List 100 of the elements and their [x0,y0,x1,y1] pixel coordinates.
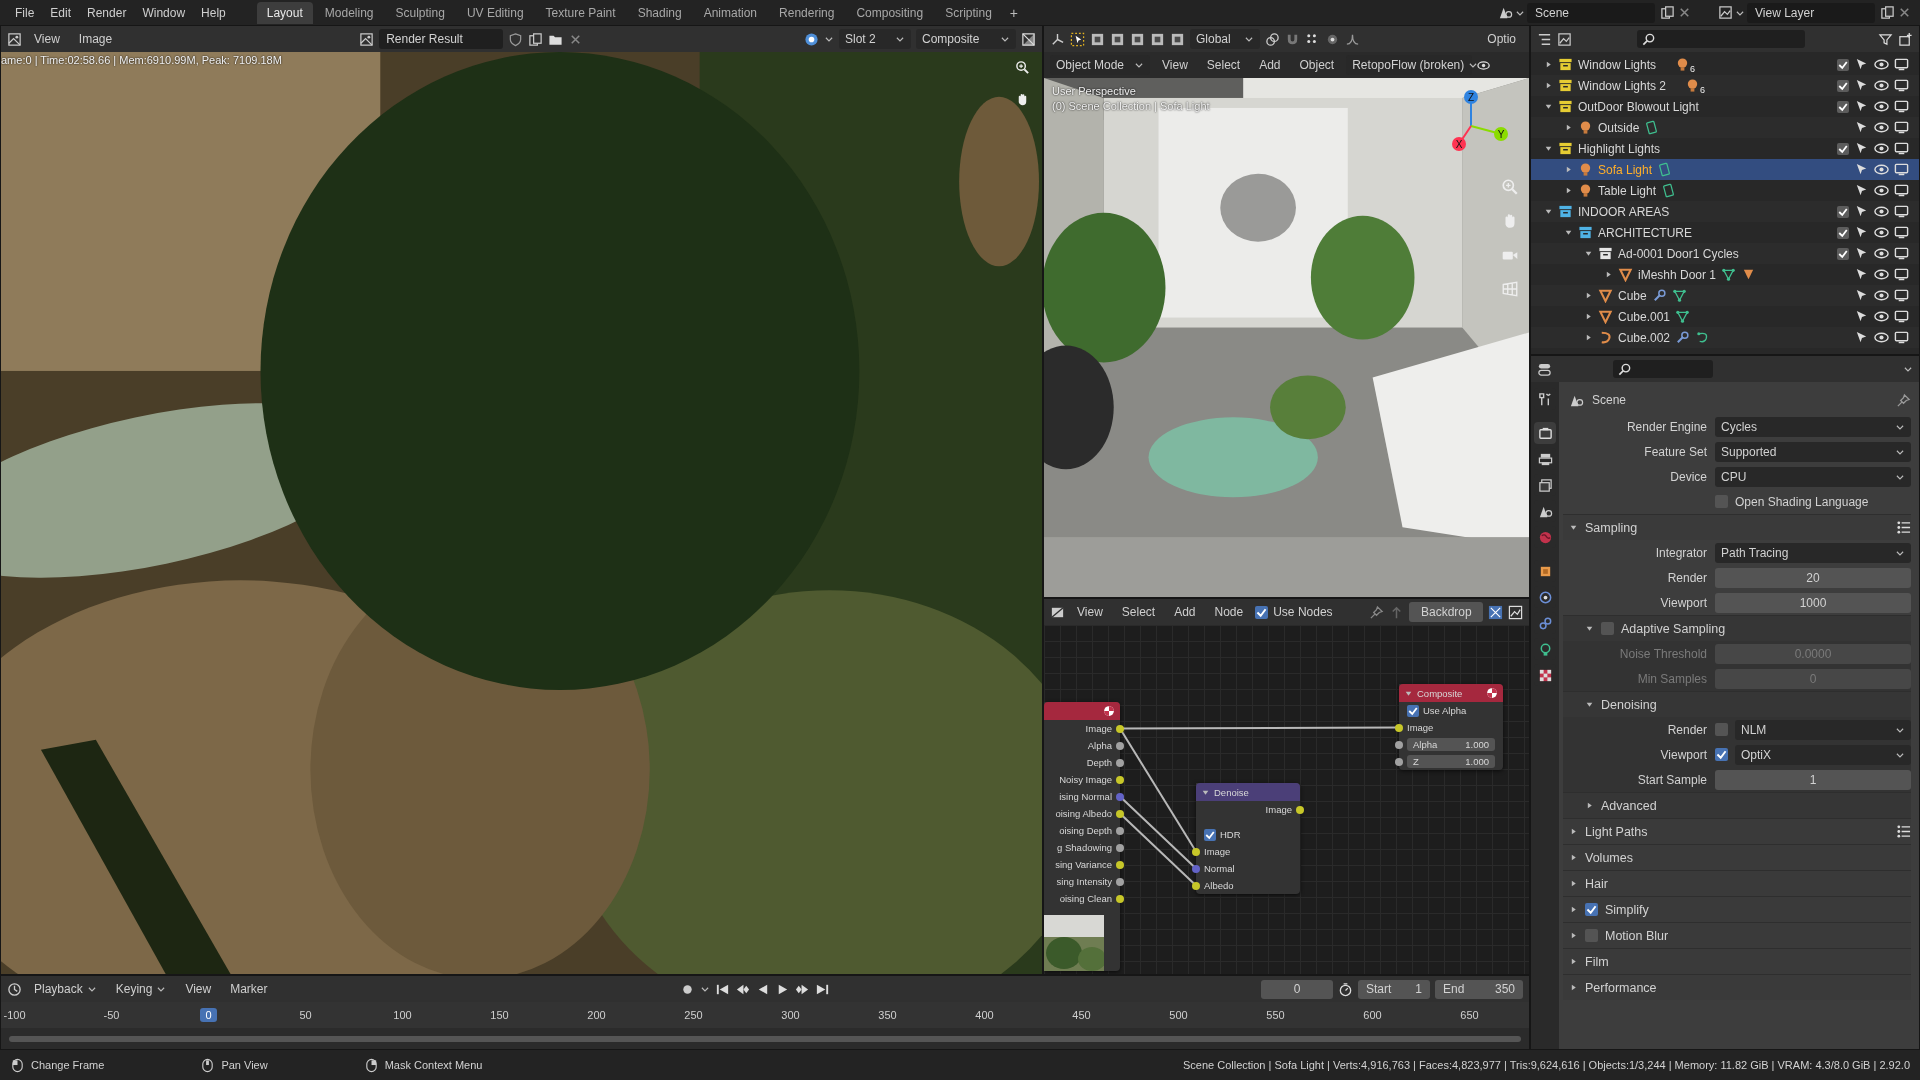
workspace-tab[interactable]: Scripting [935,1,1002,24]
select-arrow-icon[interactable] [1854,120,1869,135]
value-field[interactable]: Z 1.000 [1407,755,1495,768]
socket[interactable] [1116,894,1124,903]
monitor-icon[interactable] [1894,183,1909,198]
monitor-icon[interactable] [1894,267,1909,282]
pin-icon[interactable] [1369,604,1384,620]
frame-ruler[interactable]: -100 -50 0 50 100 150 200 250 300 350 400 450 500 550 600 650 [1,1002,1529,1028]
copy-icon[interactable] [528,31,544,47]
workspace-tab[interactable]: UV Editing [456,1,534,24]
monitor-icon[interactable] [1894,120,1909,135]
select-arrow-icon[interactable] [1854,57,1869,72]
checkbox[interactable] [1837,100,1849,113]
expand-icon[interactable] [1544,81,1553,90]
list-icon[interactable] [1896,520,1911,535]
monitor-icon[interactable] [1894,309,1909,324]
end-frame-field[interactable]: End 350 [1435,979,1523,999]
expand-icon[interactable] [1584,312,1593,321]
subpanel-header[interactable]: Denoising [1563,691,1911,717]
value-field[interactable]: Alpha 1.000 [1407,738,1495,751]
zoom-icon[interactable] [1015,60,1030,75]
outliner-row[interactable]: Sofa Light [1531,159,1919,180]
monitor-icon[interactable] [1894,162,1909,177]
mesh-data-icon[interactable] [1671,288,1687,303]
checkbox[interactable] [1837,205,1849,218]
expand-icon[interactable] [1564,186,1573,195]
menu-item[interactable]: View [178,980,219,998]
close-icon[interactable] [1677,5,1692,20]
image-icon[interactable] [1508,604,1523,620]
filter-icon[interactable] [1878,31,1893,47]
dropdown[interactable]: Cycles [1715,416,1911,437]
number-field[interactable]: 20 [1715,567,1911,588]
eye-icon[interactable] [1874,309,1889,324]
close-icon[interactable] [1897,5,1912,20]
expand-icon[interactable] [1569,879,1578,888]
checkbox[interactable] [1204,828,1216,841]
backdrop-button[interactable]: Backdrop [1409,602,1483,622]
display-icon[interactable] [804,31,819,47]
socket[interactable] [1192,881,1200,890]
select-arrow-icon[interactable] [1854,246,1869,261]
menu-item[interactable]: Render [80,3,134,22]
editor-type-icon[interactable] [1050,604,1065,620]
search-field[interactable] [1637,30,1805,48]
select-arrow-icon[interactable] [1854,204,1869,219]
menu-item[interactable]: Select [1199,56,1248,74]
menu-item[interactable]: Marker [223,980,275,998]
menu-item[interactable]: Node [1207,603,1251,621]
expand-icon[interactable] [1569,931,1578,940]
monitor-icon[interactable] [1894,141,1909,156]
scene-field[interactable]: Scene [1527,2,1655,23]
expand-icon[interactable] [1544,207,1553,216]
dropdown[interactable]: NLM [1735,719,1911,740]
checkbox[interactable] [1715,748,1728,761]
light-data-icon[interactable] [1657,162,1673,177]
editor-type-icon[interactable] [1050,31,1065,47]
dropdown[interactable]: Supported [1715,441,1911,462]
menu-dropdown[interactable]: Keying [108,980,174,998]
expand-icon[interactable] [1569,523,1578,532]
socket[interactable] [1116,775,1124,784]
socket[interactable] [1116,792,1124,801]
menu-item[interactable]: Help [194,3,233,22]
select-arrow-icon[interactable] [1854,99,1869,114]
expand-icon[interactable] [1585,700,1594,709]
scene-icon[interactable] [1498,5,1513,20]
search-field[interactable] [1613,360,1713,378]
checkbox[interactable] [1585,929,1598,942]
socket[interactable] [1395,723,1403,732]
outliner-row[interactable]: Cube.002 [1531,327,1919,348]
expand-icon[interactable] [1564,123,1573,132]
socket[interactable] [1116,724,1124,733]
select-arrow-icon[interactable] [1854,225,1869,240]
socket[interactable] [1296,805,1304,814]
properties-tab[interactable] [1534,422,1556,444]
checkbox[interactable] [1837,79,1849,92]
chevron-icon[interactable] [1903,364,1913,374]
eye-icon[interactable] [1874,330,1889,345]
checkbox[interactable] [1601,622,1614,635]
workspace-tab[interactable]: Animation [693,1,768,24]
start-frame-field[interactable]: Start 1 [1358,979,1430,999]
socket[interactable] [1395,740,1403,749]
socket[interactable] [1116,843,1124,852]
select-arrow-icon[interactable] [1854,288,1869,303]
expand-icon[interactable] [1544,60,1553,69]
workspace-tab[interactable]: Layout [256,1,313,24]
socket[interactable] [1395,757,1403,766]
expand-icon[interactable] [1585,801,1594,810]
display-mode-icon[interactable] [1557,31,1572,47]
expand-icon[interactable] [1584,291,1593,300]
monitor-icon[interactable] [1894,99,1909,114]
eye-icon[interactable] [1874,267,1889,282]
eye-icon[interactable] [1874,162,1889,177]
workspace-tab[interactable]: Rendering [769,1,845,24]
select-arrow-icon[interactable] [1854,267,1869,282]
transform-orientation-dropdown[interactable]: Global [1190,29,1260,49]
select-arrow-icon[interactable] [1854,78,1869,93]
menu-item[interactable]: Edit [43,3,79,22]
workspace-tab[interactable]: Texture Paint [535,1,626,24]
expand-icon[interactable] [1569,827,1578,836]
light-data-icon[interactable] [1661,183,1677,198]
menu-dropdown[interactable]: Playback [27,980,104,998]
